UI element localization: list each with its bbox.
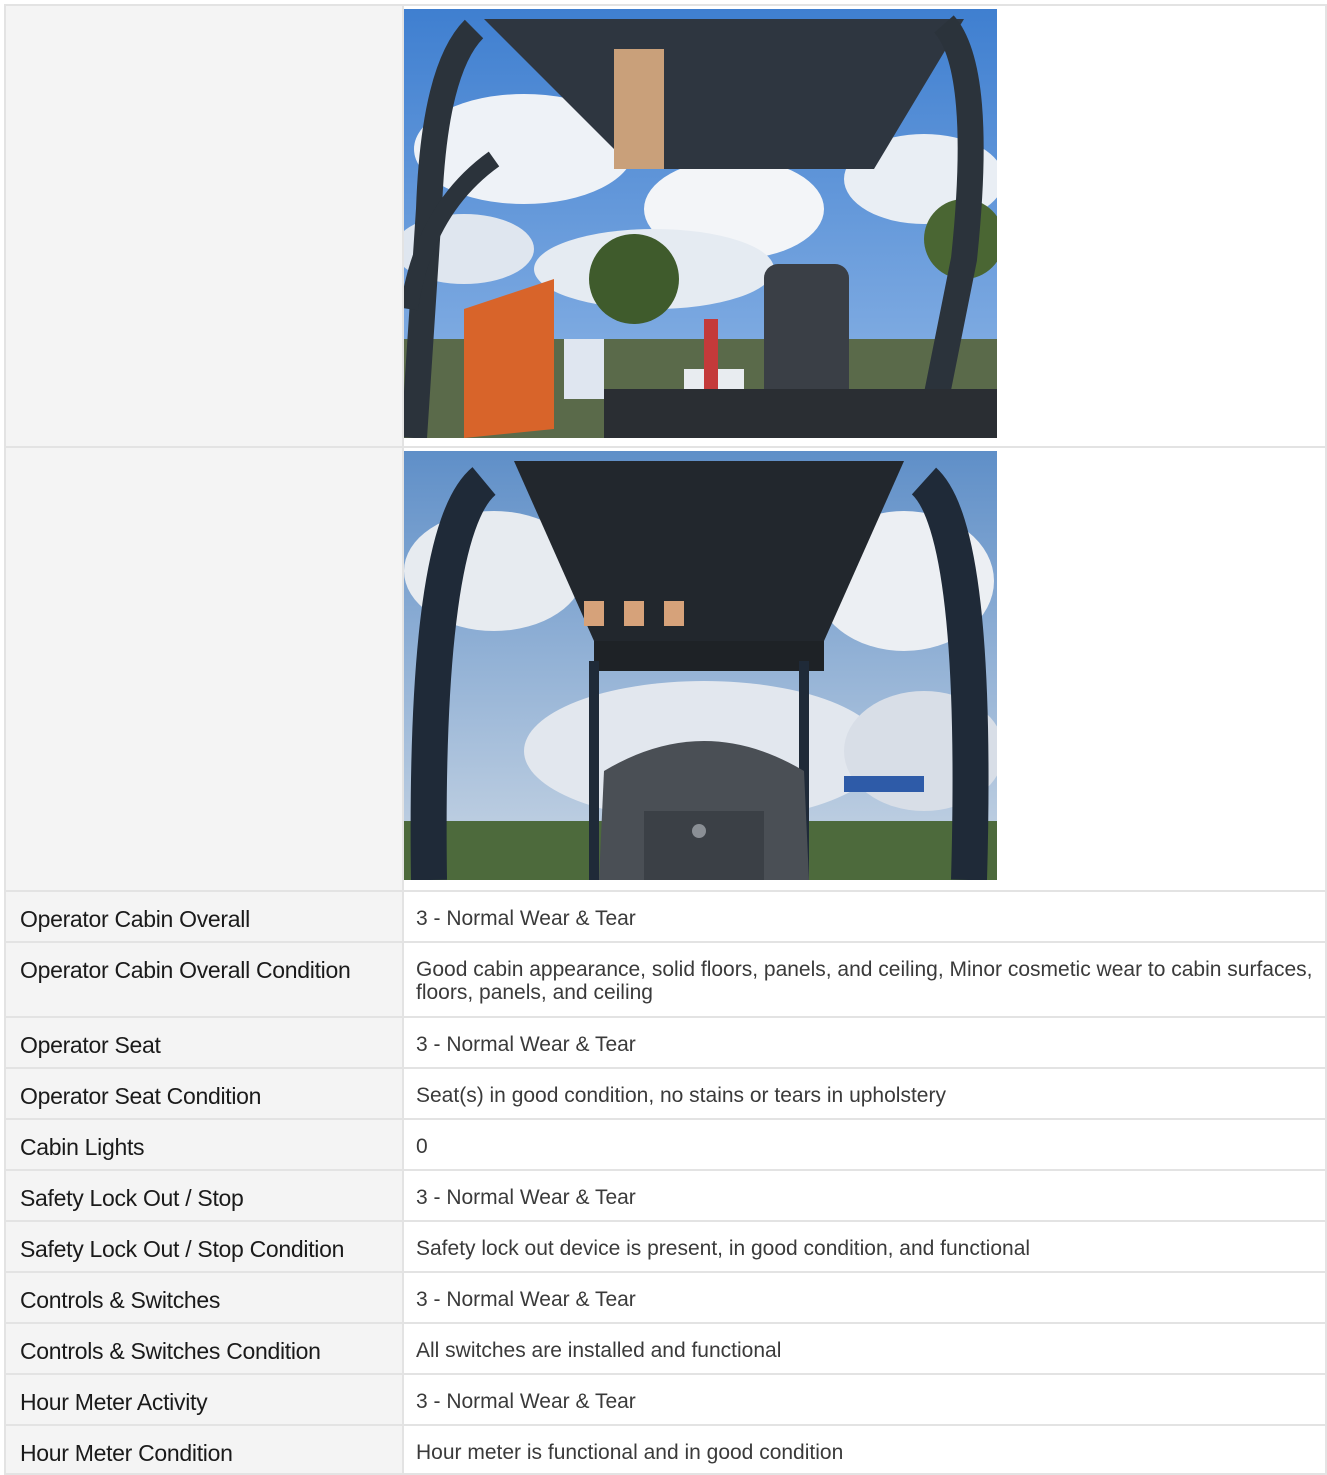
row-label-cell: Safety Lock Out / Stop Condition bbox=[4, 1220, 404, 1273]
table-row: Controls & Switches Condition All switch… bbox=[4, 1322, 1327, 1375]
canopy-photo-1-image bbox=[404, 9, 997, 438]
row-label-cell: Cabin Lights bbox=[4, 1118, 404, 1171]
row-value: Safety lock out device is present, in go… bbox=[416, 1237, 1031, 1260]
row-label-cell: Hour Meter Condition bbox=[4, 1424, 404, 1475]
row-value: 3 - Normal Wear & Tear bbox=[416, 1186, 636, 1209]
row-label: Safety Lock Out / Stop Condition bbox=[20, 1236, 345, 1262]
row-label-cell: Operator Cabin Overall Condition bbox=[4, 941, 404, 1018]
photo-row bbox=[4, 4, 1327, 448]
row-value: Seat(s) in good condition, no stains or … bbox=[416, 1084, 946, 1107]
row-value-cell: 0 bbox=[402, 1118, 1327, 1171]
row-label-cell: Hour Meter Activity bbox=[4, 1373, 404, 1426]
table-row: Hour Meter Condition Hour meter is funct… bbox=[4, 1424, 1327, 1475]
row-label: Controls & Switches bbox=[20, 1287, 221, 1313]
row-value: 3 - Normal Wear & Tear bbox=[416, 1033, 636, 1056]
row-label: Cabin Lights bbox=[20, 1134, 145, 1160]
canopy-photo-2[interactable] bbox=[404, 451, 997, 880]
row-label: Safety Lock Out / Stop bbox=[20, 1185, 244, 1211]
row-value-cell: Hour meter is functional and in good con… bbox=[402, 1424, 1327, 1475]
photo-cell bbox=[402, 4, 1327, 448]
row-value-cell: Seat(s) in good condition, no stains or … bbox=[402, 1067, 1327, 1120]
row-label-cell: Operator Seat Condition bbox=[4, 1067, 404, 1120]
inspection-table: Operator Cabin Overall 3 - Normal Wear &… bbox=[4, 4, 1327, 1475]
row-label: Controls & Switches Condition bbox=[20, 1338, 321, 1364]
row-label: Operator Cabin Overall bbox=[20, 906, 250, 932]
row-label-cell: Operator Seat bbox=[4, 1016, 404, 1069]
row-value: 0 bbox=[416, 1135, 428, 1158]
row-label-cell: Operator Cabin Overall bbox=[4, 890, 404, 943]
table-row: Hour Meter Activity 3 - Normal Wear & Te… bbox=[4, 1373, 1327, 1426]
row-label: Operator Seat Condition bbox=[20, 1083, 262, 1109]
empty-label-cell bbox=[4, 4, 404, 448]
table-row: Operator Seat Condition Seat(s) in good … bbox=[4, 1067, 1327, 1120]
row-label-cell: Safety Lock Out / Stop bbox=[4, 1169, 404, 1222]
table-row: Operator Cabin Overall Condition Good ca… bbox=[4, 941, 1327, 1018]
row-value-cell: 3 - Normal Wear & Tear bbox=[402, 1271, 1327, 1324]
row-label: Operator Seat bbox=[20, 1032, 161, 1058]
table-row: Operator Cabin Overall 3 - Normal Wear &… bbox=[4, 890, 1327, 943]
row-label: Hour Meter Activity bbox=[20, 1389, 208, 1415]
table-row: Safety Lock Out / Stop 3 - Normal Wear &… bbox=[4, 1169, 1327, 1222]
table-row: Safety Lock Out / Stop Condition Safety … bbox=[4, 1220, 1327, 1273]
row-value-cell: All switches are installed and functiona… bbox=[402, 1322, 1327, 1375]
canopy-photo-2-image bbox=[404, 451, 997, 880]
table-row: Operator Seat 3 - Normal Wear & Tear bbox=[4, 1016, 1327, 1069]
row-value: Good cabin appearance, solid floors, pan… bbox=[416, 958, 1313, 1004]
row-value: 3 - Normal Wear & Tear bbox=[416, 907, 636, 930]
canopy-photo-1[interactable] bbox=[404, 9, 997, 438]
row-value-cell: 3 - Normal Wear & Tear bbox=[402, 1373, 1327, 1426]
row-label-cell: Controls & Switches Condition bbox=[4, 1322, 404, 1375]
row-value: 3 - Normal Wear & Tear bbox=[416, 1288, 636, 1311]
row-value: All switches are installed and functiona… bbox=[416, 1339, 782, 1362]
row-label: Operator Cabin Overall Condition bbox=[20, 957, 351, 983]
row-value: Hour meter is functional and in good con… bbox=[416, 1441, 844, 1464]
photo-row bbox=[4, 446, 1327, 892]
row-label: Hour Meter Condition bbox=[20, 1440, 233, 1466]
row-value-cell: Good cabin appearance, solid floors, pan… bbox=[402, 941, 1327, 1018]
table-row: Cabin Lights 0 bbox=[4, 1118, 1327, 1171]
row-value-cell: 3 - Normal Wear & Tear bbox=[402, 1016, 1327, 1069]
table-row: Controls & Switches 3 - Normal Wear & Te… bbox=[4, 1271, 1327, 1324]
empty-label-cell bbox=[4, 446, 404, 892]
row-value-cell: 3 - Normal Wear & Tear bbox=[402, 890, 1327, 943]
row-value: 3 - Normal Wear & Tear bbox=[416, 1390, 636, 1413]
row-label-cell: Controls & Switches bbox=[4, 1271, 404, 1324]
row-value-cell: Safety lock out device is present, in go… bbox=[402, 1220, 1327, 1273]
photo-cell bbox=[402, 446, 1327, 892]
row-value-cell: 3 - Normal Wear & Tear bbox=[402, 1169, 1327, 1222]
